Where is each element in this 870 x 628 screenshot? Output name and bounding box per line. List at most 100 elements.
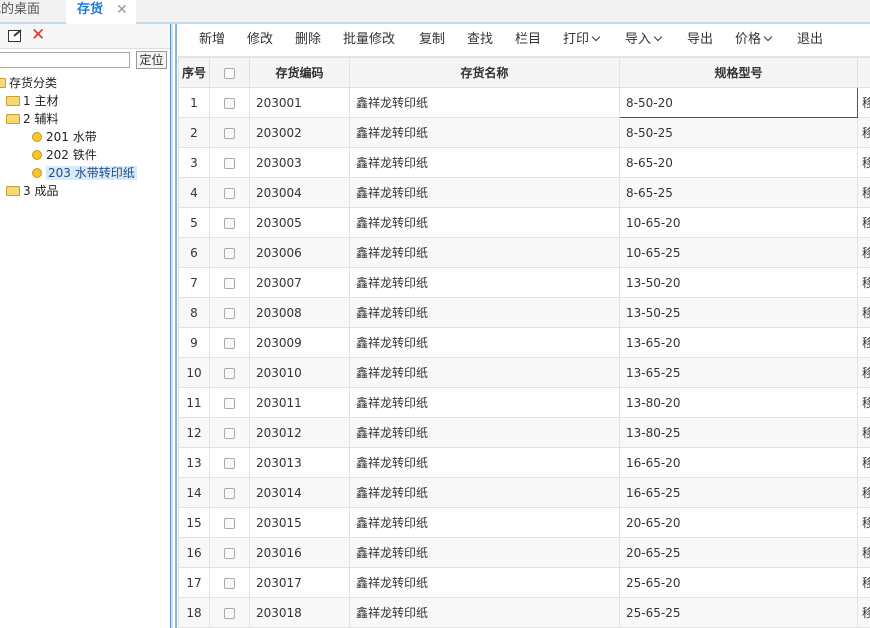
cell-name[interactable]: 鑫祥龙转印纸 <box>349 297 620 328</box>
cell-select[interactable] <box>209 387 250 418</box>
checkbox[interactable] <box>224 97 235 109</box>
cell-code[interactable]: 203006 <box>249 237 350 268</box>
cell-extra[interactable]: 移 <box>857 207 870 238</box>
checkbox[interactable] <box>224 157 235 169</box>
delete-button[interactable]: 删除 <box>295 24 321 56</box>
cell-name[interactable]: 鑫祥龙转印纸 <box>349 177 620 208</box>
checkbox[interactable] <box>224 397 235 409</box>
tab-my-desktop[interactable]: 我的桌面 <box>0 0 64 22</box>
cell-spec[interactable]: 13-80-20 <box>619 387 858 418</box>
cell-name[interactable]: 鑫祥龙转印纸 <box>349 387 620 418</box>
checkbox[interactable] <box>224 307 235 319</box>
cell-seq[interactable]: 16 <box>178 537 210 568</box>
cell-select[interactable] <box>209 327 250 358</box>
cell-name[interactable]: 鑫祥龙转印纸 <box>349 357 620 388</box>
cell-select[interactable] <box>209 537 250 568</box>
cell-code[interactable]: 203009 <box>249 327 350 358</box>
table-row[interactable]: 9 203009鑫祥龙转印纸13-65-20移 <box>178 327 870 358</box>
cell-code[interactable]: 203002 <box>249 117 350 148</box>
table-row[interactable]: 5 203005鑫祥龙转印纸10-65-20移 <box>178 207 870 238</box>
cell-seq[interactable]: 15 <box>178 507 210 538</box>
cell-spec[interactable]: 8-65-25 <box>619 177 858 208</box>
cell-seq[interactable]: 5 <box>178 207 210 238</box>
tree-node-root[interactable]: 存货分类 <box>0 74 57 92</box>
cell-select[interactable] <box>209 417 250 448</box>
cell-code[interactable]: 203014 <box>249 477 350 508</box>
cell-code[interactable]: 203010 <box>249 357 350 388</box>
cell-spec[interactable]: 13-50-25 <box>619 297 858 328</box>
export-button[interactable]: 导出 <box>687 24 713 56</box>
cell-spec[interactable]: 16-65-20 <box>619 447 858 478</box>
checkbox[interactable] <box>224 487 235 499</box>
table-row[interactable]: 3 203003鑫祥龙转印纸8-65-20移 <box>178 147 870 178</box>
checkbox[interactable] <box>224 607 235 619</box>
cell-seq[interactable]: 11 <box>178 387 210 418</box>
checkbox[interactable] <box>224 337 235 349</box>
cell-extra[interactable]: 移 <box>857 327 870 358</box>
cell-spec[interactable]: 25-65-25 <box>619 597 858 628</box>
cell-code[interactable]: 203016 <box>249 537 350 568</box>
tree-node-201[interactable]: 201 水带 <box>32 128 97 146</box>
cell-spec[interactable]: 8-50-25 <box>619 117 858 148</box>
cell-extra[interactable]: 移 <box>857 417 870 448</box>
cell-name[interactable]: 鑫祥龙转印纸 <box>349 207 620 238</box>
panel-splitter[interactable] <box>170 24 173 628</box>
cell-extra[interactable]: 移 <box>857 267 870 298</box>
cell-select[interactable] <box>209 597 250 628</box>
table-row[interactable]: 18 203018鑫祥龙转印纸25-65-25移 <box>178 597 870 628</box>
import-button[interactable]: 导入 <box>625 24 663 56</box>
close-icon[interactable]: ✕ <box>116 0 128 20</box>
cell-select[interactable] <box>209 567 250 598</box>
table-row[interactable]: 7 203007鑫祥龙转印纸13-50-20移 <box>178 267 870 298</box>
cell-code[interactable]: 203015 <box>249 507 350 538</box>
checkbox[interactable] <box>224 67 235 79</box>
checkbox[interactable] <box>224 427 235 439</box>
cell-name[interactable]: 鑫祥龙转印纸 <box>349 567 620 598</box>
cell-select[interactable] <box>209 447 250 478</box>
checkbox[interactable] <box>224 127 235 139</box>
cell-code[interactable]: 203004 <box>249 177 350 208</box>
cell-code[interactable]: 203011 <box>249 387 350 418</box>
cell-select[interactable] <box>209 477 250 508</box>
cell-name[interactable]: 鑫祥龙转印纸 <box>349 447 620 478</box>
checkbox[interactable] <box>224 247 235 259</box>
cell-extra[interactable]: 移 <box>857 177 870 208</box>
header-select-all[interactable] <box>209 57 250 88</box>
cell-seq[interactable]: 13 <box>178 447 210 478</box>
locate-button[interactable]: 定位 <box>136 51 167 69</box>
cell-code[interactable]: 203017 <box>249 567 350 598</box>
checkbox[interactable] <box>224 547 235 559</box>
cell-seq[interactable]: 3 <box>178 147 210 178</box>
cell-extra[interactable]: 移 <box>857 147 870 178</box>
tab-inventory[interactable]: 存货 ✕ <box>66 0 136 24</box>
header-spec[interactable]: 规格型号 <box>619 57 858 88</box>
cell-extra[interactable]: 移 <box>857 87 870 118</box>
table-row[interactable]: 6 203006鑫祥龙转印纸10-65-25移 <box>178 237 870 268</box>
cell-name[interactable]: 鑫祥龙转印纸 <box>349 477 620 508</box>
cell-name[interactable]: 鑫祥龙转印纸 <box>349 507 620 538</box>
cell-select[interactable] <box>209 147 250 178</box>
price-button[interactable]: 价格 <box>735 24 773 56</box>
cell-select[interactable] <box>209 237 250 268</box>
header-more[interactable] <box>857 57 870 88</box>
cell-seq[interactable]: 8 <box>178 297 210 328</box>
cell-name[interactable]: 鑫祥龙转印纸 <box>349 417 620 448</box>
cell-spec[interactable]: 20-65-20 <box>619 507 858 538</box>
cell-seq[interactable]: 10 <box>178 357 210 388</box>
checkbox[interactable] <box>224 517 235 529</box>
header-name[interactable]: 存货名称 <box>349 57 620 88</box>
cell-seq[interactable]: 1 <box>178 87 210 118</box>
cell-seq[interactable]: 9 <box>178 327 210 358</box>
checkbox[interactable] <box>224 457 235 469</box>
cell-spec[interactable]: 20-65-25 <box>619 537 858 568</box>
table-row[interactable]: 8 203008鑫祥龙转印纸13-50-25移 <box>178 297 870 328</box>
cell-spec[interactable]: 10-65-25 <box>619 237 858 268</box>
table-row[interactable]: 15 203015鑫祥龙转印纸20-65-20移 <box>178 507 870 538</box>
checkbox[interactable] <box>224 577 235 589</box>
cell-seq[interactable]: 18 <box>178 597 210 628</box>
cell-code[interactable]: 203003 <box>249 147 350 178</box>
header-code[interactable]: 存货编码 <box>249 57 350 88</box>
table-row[interactable]: 16 203016鑫祥龙转印纸20-65-25移 <box>178 537 870 568</box>
cell-select[interactable] <box>209 207 250 238</box>
table-row[interactable]: 13 203013鑫祥龙转印纸16-65-20移 <box>178 447 870 478</box>
